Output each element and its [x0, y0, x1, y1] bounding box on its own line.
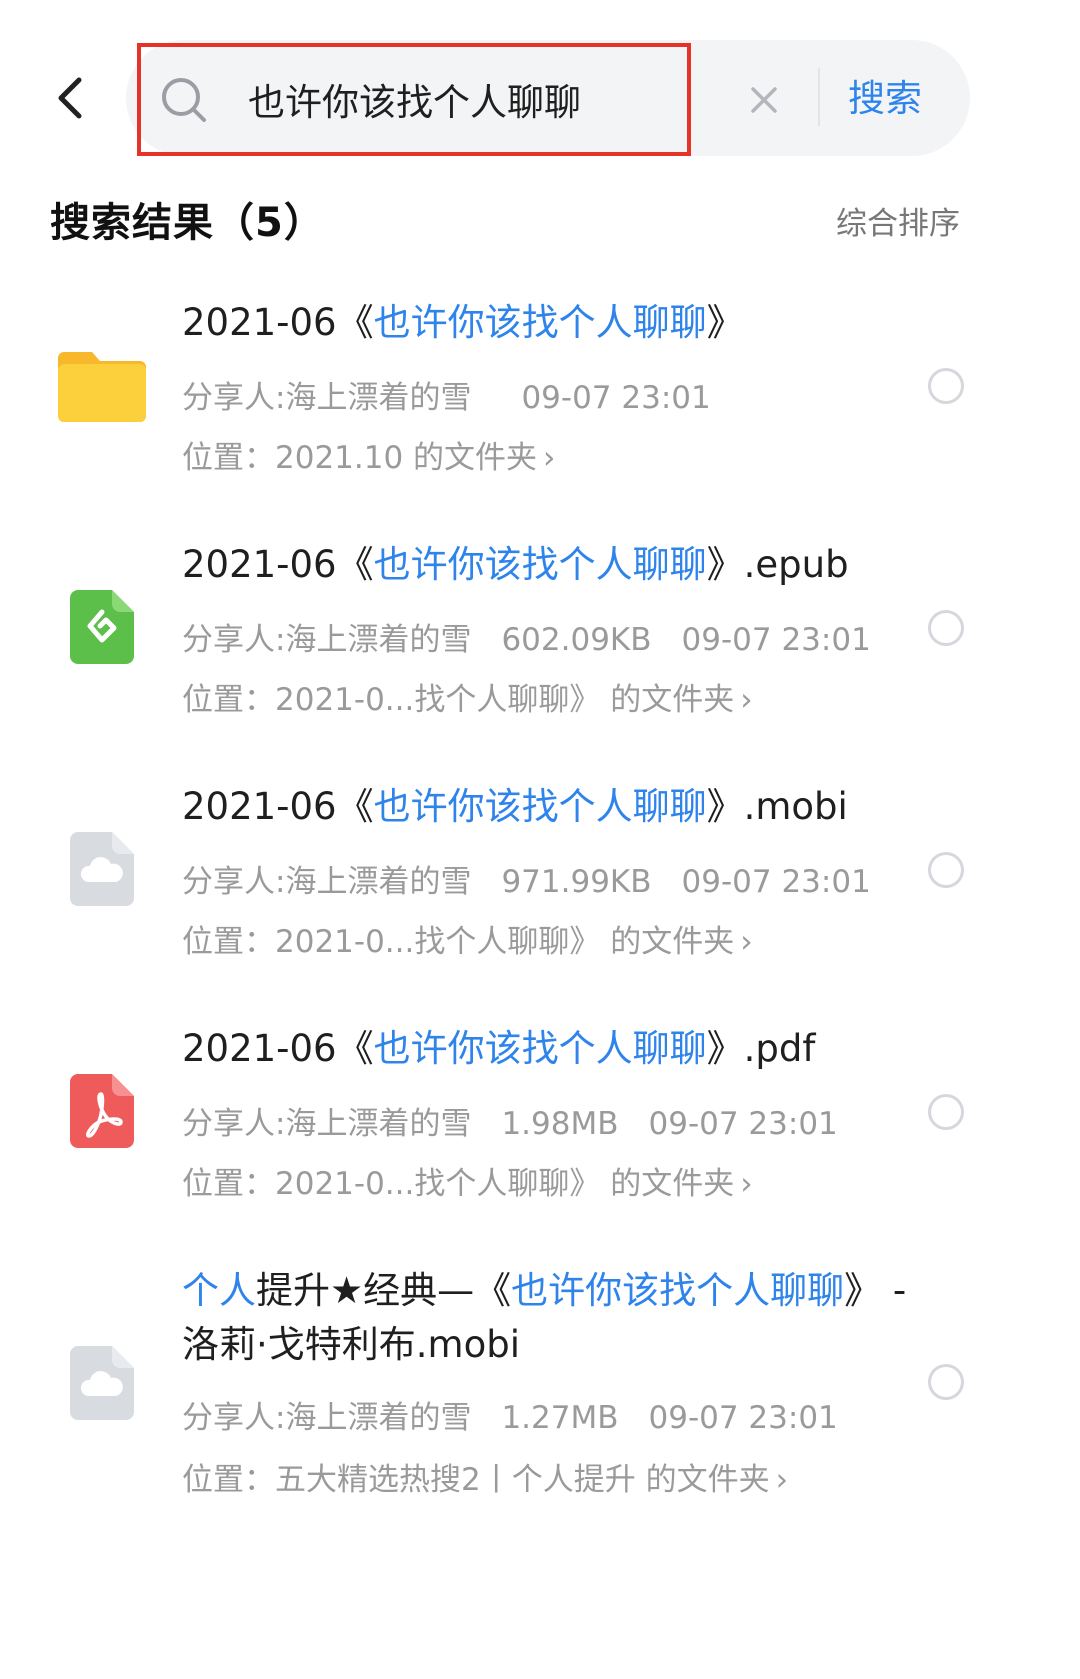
list-item[interactable]: 2021-06《也许你该找个人聊聊》.pdf 分享人:海上漂着的雪 1.98MB 0… [0, 1016, 1024, 1216]
item-title: 2021-06《也许你该找个人聊聊》.epub [182, 543, 849, 586]
item-meta: 分享人:海上漂着的雪 602.09KB 09-07 23:01 [182, 614, 901, 659]
select-radio[interactable] [928, 1364, 964, 1400]
search-button[interactable]: 搜索 [848, 70, 922, 128]
item-location[interactable]: 位置：五大精选热搜2丨个人提升 的文件夹 › [182, 1454, 788, 1499]
item-title: 个人提升★经典—《也许你该找个人聊聊》 - 洛莉·戈特利布.mobi [182, 1269, 907, 1366]
select-radio[interactable] [928, 1094, 964, 1130]
list-item[interactable]: 2021-06《也许你该找个人聊聊》.mobi 分享人:海上漂着的雪 971.99… [0, 774, 1024, 974]
folder-icon [58, 352, 146, 422]
sharer: 分享人:海上漂着的雪 [182, 1106, 472, 1142]
item-meta: 分享人:海上漂着的雪 1.98MB 09-07 23:01 [182, 1098, 868, 1143]
timestamp: 09-07 23:01 [648, 1106, 838, 1142]
item-meta: 分享人:海上漂着的雪 09-07 23:01 [182, 372, 741, 417]
search-highlight-box [137, 43, 691, 156]
timestamp: 09-07 23:01 [521, 380, 711, 416]
chevron-right-icon: › [740, 1166, 753, 1202]
chevron-right-icon: › [740, 924, 753, 960]
select-radio[interactable] [928, 852, 964, 888]
item-location[interactable]: 位置：2021.10 的文件夹 › [182, 432, 555, 477]
file-size: 971.99KB [501, 864, 652, 900]
item-location[interactable]: 位置：2021-0...找个人聊聊》 的文件夹 › [182, 674, 753, 719]
list-item[interactable]: 2021-06《也许你该找个人聊聊》.epub 分享人:海上漂着的雪 602.09… [0, 532, 1024, 732]
sharer: 分享人:海上漂着的雪 [182, 864, 472, 900]
divider [818, 68, 820, 126]
timestamp: 09-07 23:01 [648, 1400, 838, 1436]
chevron-right-icon: › [543, 440, 556, 476]
list-item[interactable]: 2021-06《也许你该找个人聊聊》 分享人:海上漂着的雪 09-07 23:01… [0, 290, 1024, 490]
item-meta: 分享人:海上漂着的雪 1.27MB 09-07 23:01 [182, 1392, 868, 1437]
timestamp: 09-07 23:01 [681, 864, 871, 900]
chevron-right-icon: › [775, 1462, 788, 1498]
item-title: 2021-06《也许你该找个人聊聊》.mobi [182, 785, 848, 828]
item-title: 2021-06《也许你该找个人聊聊》.pdf [182, 1027, 816, 1070]
item-location[interactable]: 位置：2021-0...找个人聊聊》 的文件夹 › [182, 1158, 753, 1203]
sharer: 分享人:海上漂着的雪 [182, 380, 472, 416]
sharer: 分享人:海上漂着的雪 [182, 622, 472, 658]
sort-button[interactable]: 综合排序 [836, 198, 960, 243]
cloud-file-icon [70, 1346, 134, 1420]
select-radio[interactable] [928, 610, 964, 646]
select-radio[interactable] [928, 368, 964, 404]
timestamp: 09-07 23:01 [681, 622, 871, 658]
sharer: 分享人:海上漂着的雪 [182, 1400, 472, 1436]
chevron-left-icon [58, 77, 82, 119]
clear-search-button[interactable] [742, 80, 786, 120]
file-size: 1.98MB [501, 1106, 619, 1142]
chevron-right-icon: › [740, 682, 753, 718]
close-icon [751, 87, 777, 113]
item-meta: 分享人:海上漂着的雪 971.99KB 09-07 23:01 [182, 856, 901, 901]
results-title: 搜索结果（5） [50, 200, 325, 246]
file-size: 1.27MB [501, 1400, 619, 1436]
file-size: 602.09KB [501, 622, 652, 658]
item-title: 2021-06《也许你该找个人聊聊》 [182, 301, 744, 344]
epub-icon [70, 590, 134, 664]
pdf-icon [70, 1074, 134, 1148]
list-item[interactable]: 个人提升★经典—《也许你该找个人聊聊》 - 洛莉·戈特利布.mobi 分享人:海… [0, 1258, 1024, 1518]
cloud-file-icon [70, 832, 134, 906]
item-location[interactable]: 位置：2021-0...找个人聊聊》 的文件夹 › [182, 916, 753, 961]
back-button[interactable] [48, 70, 92, 126]
